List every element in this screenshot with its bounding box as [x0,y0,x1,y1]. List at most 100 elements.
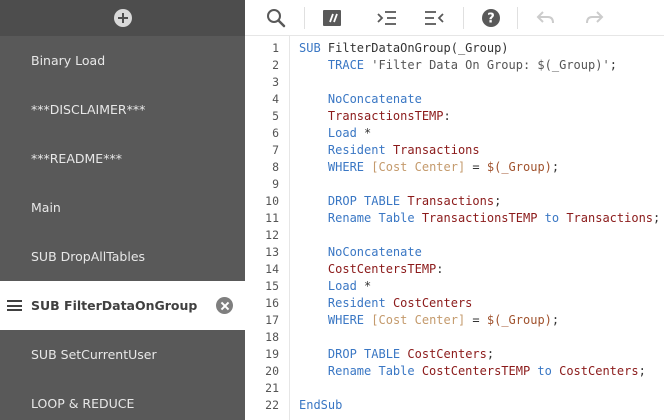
code-token: ; [551,160,560,174]
code-token: : [443,109,451,123]
code-token: Load [327,279,365,293]
line-number: 22 [265,398,279,412]
code-line: Rename Table CostCentersTEMP to CostCent… [299,363,646,380]
sidebar-section-label: SUB SetCurrentUser [31,347,157,362]
code-line: WHERE [Cost Center] = $(_Group); [299,312,559,329]
code-token: SUB [299,41,328,55]
sidebar-section-item[interactable]: Binary Load [0,36,245,85]
code-token: WHERE [327,160,372,174]
sidebar-section-label: SUB FilterDataOnGroup [31,298,198,313]
code-token: : [436,262,444,276]
sidebar-section-item[interactable]: LOOP & REDUCE [0,379,245,420]
line-number: 21 [265,381,279,395]
code-token: $(_Group) [486,313,552,327]
line-number: 7 [272,143,279,157]
sidebar-section-label: ***DISCLAIMER*** [31,102,146,117]
line-number: 9 [272,177,279,191]
code-token: TransactionsTEMP [327,109,444,123]
code-token: $(_Group) [486,160,552,174]
sidebar-section-item[interactable]: ***README*** [0,134,245,183]
line-number: 10 [265,194,279,208]
code-token: = [465,313,487,327]
outdent-icon[interactable] [422,6,446,30]
code-token: NoConcatenate [327,245,422,259]
line-number: 15 [265,279,279,293]
code-token: ; [551,313,560,327]
code-token: ; [653,211,661,225]
code-line: EndSub [299,397,342,414]
code-token: to [530,364,560,378]
code-token: 'Filter Data On Group: $(_Group)' [371,58,610,72]
line-number: 2 [272,58,279,72]
sidebar-section-item[interactable]: SUB FilterDataOnGroup [0,281,245,330]
code-token: Rename Table [327,364,422,378]
sidebar-section-item[interactable]: SUB DropAllTables [0,232,245,281]
sidebar-section-label: SUB DropAllTables [31,249,146,264]
script-editor[interactable]: 1 2 3 4 5 6 7 8 9 10 11 12 13 14 15 16 17 18 19 20 21 22 SUB … [245,36,664,420]
sidebar-header [0,0,245,36]
line-number: 18 [265,330,279,344]
line-number-gutter: 1 2 3 4 5 6 7 8 9 10 11 12 13 14 15 16 17 18 19 20 21 22 [245,36,290,420]
line-number: 19 [265,347,279,361]
close-circle-icon[interactable] [216,297,233,314]
code-token: = [465,160,487,174]
code-token: CostCenters [407,347,487,361]
code-line: NoConcatenate [299,91,422,108]
code-token: * [364,279,372,293]
code-token: Resident [327,296,393,310]
line-number: 14 [265,262,279,276]
search-icon[interactable] [264,6,288,30]
code-line: TRACE 'Filter Data On Group: $(_Group)'; [299,57,617,74]
line-number: 1 [272,41,279,55]
code-token: NoConcatenate [327,92,422,106]
script-sections-sidebar: Binary Load ***DISCLAIMER*** ***README*** M… [0,0,245,420]
code-token: CostCentersTEMP [327,262,437,276]
sidebar-section-item[interactable]: SUB SetCurrentUser [0,330,245,379]
redo-icon[interactable] [582,6,606,30]
code-token: Rename Table [327,211,422,225]
line-number: 13 [265,245,279,259]
code-line: Rename Table TransactionsTEMP to Transac… [299,210,660,227]
line-number: 4 [272,92,279,106]
toolbar-divider [304,7,305,29]
code-token: * [364,126,372,140]
undo-icon[interactable] [534,6,558,30]
code-line: SUB FilterDataOnGroup(_Group) [299,40,509,57]
code-token: CostCenters [559,364,639,378]
indent-icon[interactable] [375,6,399,30]
code-token: EndSub [299,398,343,412]
code-token: to [537,211,567,225]
editor-toolbar: ? [245,0,664,36]
code-token: TRACE [327,58,372,72]
code-token: [Cost Center] [371,160,466,174]
svg-text:?: ? [487,12,495,27]
code-token: ; [486,347,495,361]
sidebar-section-item[interactable]: ***DISCLAIMER*** [0,85,245,134]
code-line: NoConcatenate [299,244,422,261]
code-line: Load * [299,125,371,142]
sidebar-section-item[interactable]: Main [0,183,245,232]
code-line: DROP TABLE CostCenters; [299,346,494,363]
help-icon[interactable]: ? [479,6,503,30]
line-number: 5 [272,109,279,123]
toolbar-divider [463,7,464,29]
drag-handle-icon[interactable] [7,300,22,311]
toolbar-divider [517,7,518,29]
code-token: CostCenters [392,296,473,310]
code-token: ; [638,364,646,378]
code-token: Transactions [392,143,480,157]
comment-toggle-icon[interactable] [320,6,344,30]
plus-circle-icon[interactable] [113,9,132,27]
line-number: 12 [265,228,279,242]
code-token: WHERE [327,313,372,327]
